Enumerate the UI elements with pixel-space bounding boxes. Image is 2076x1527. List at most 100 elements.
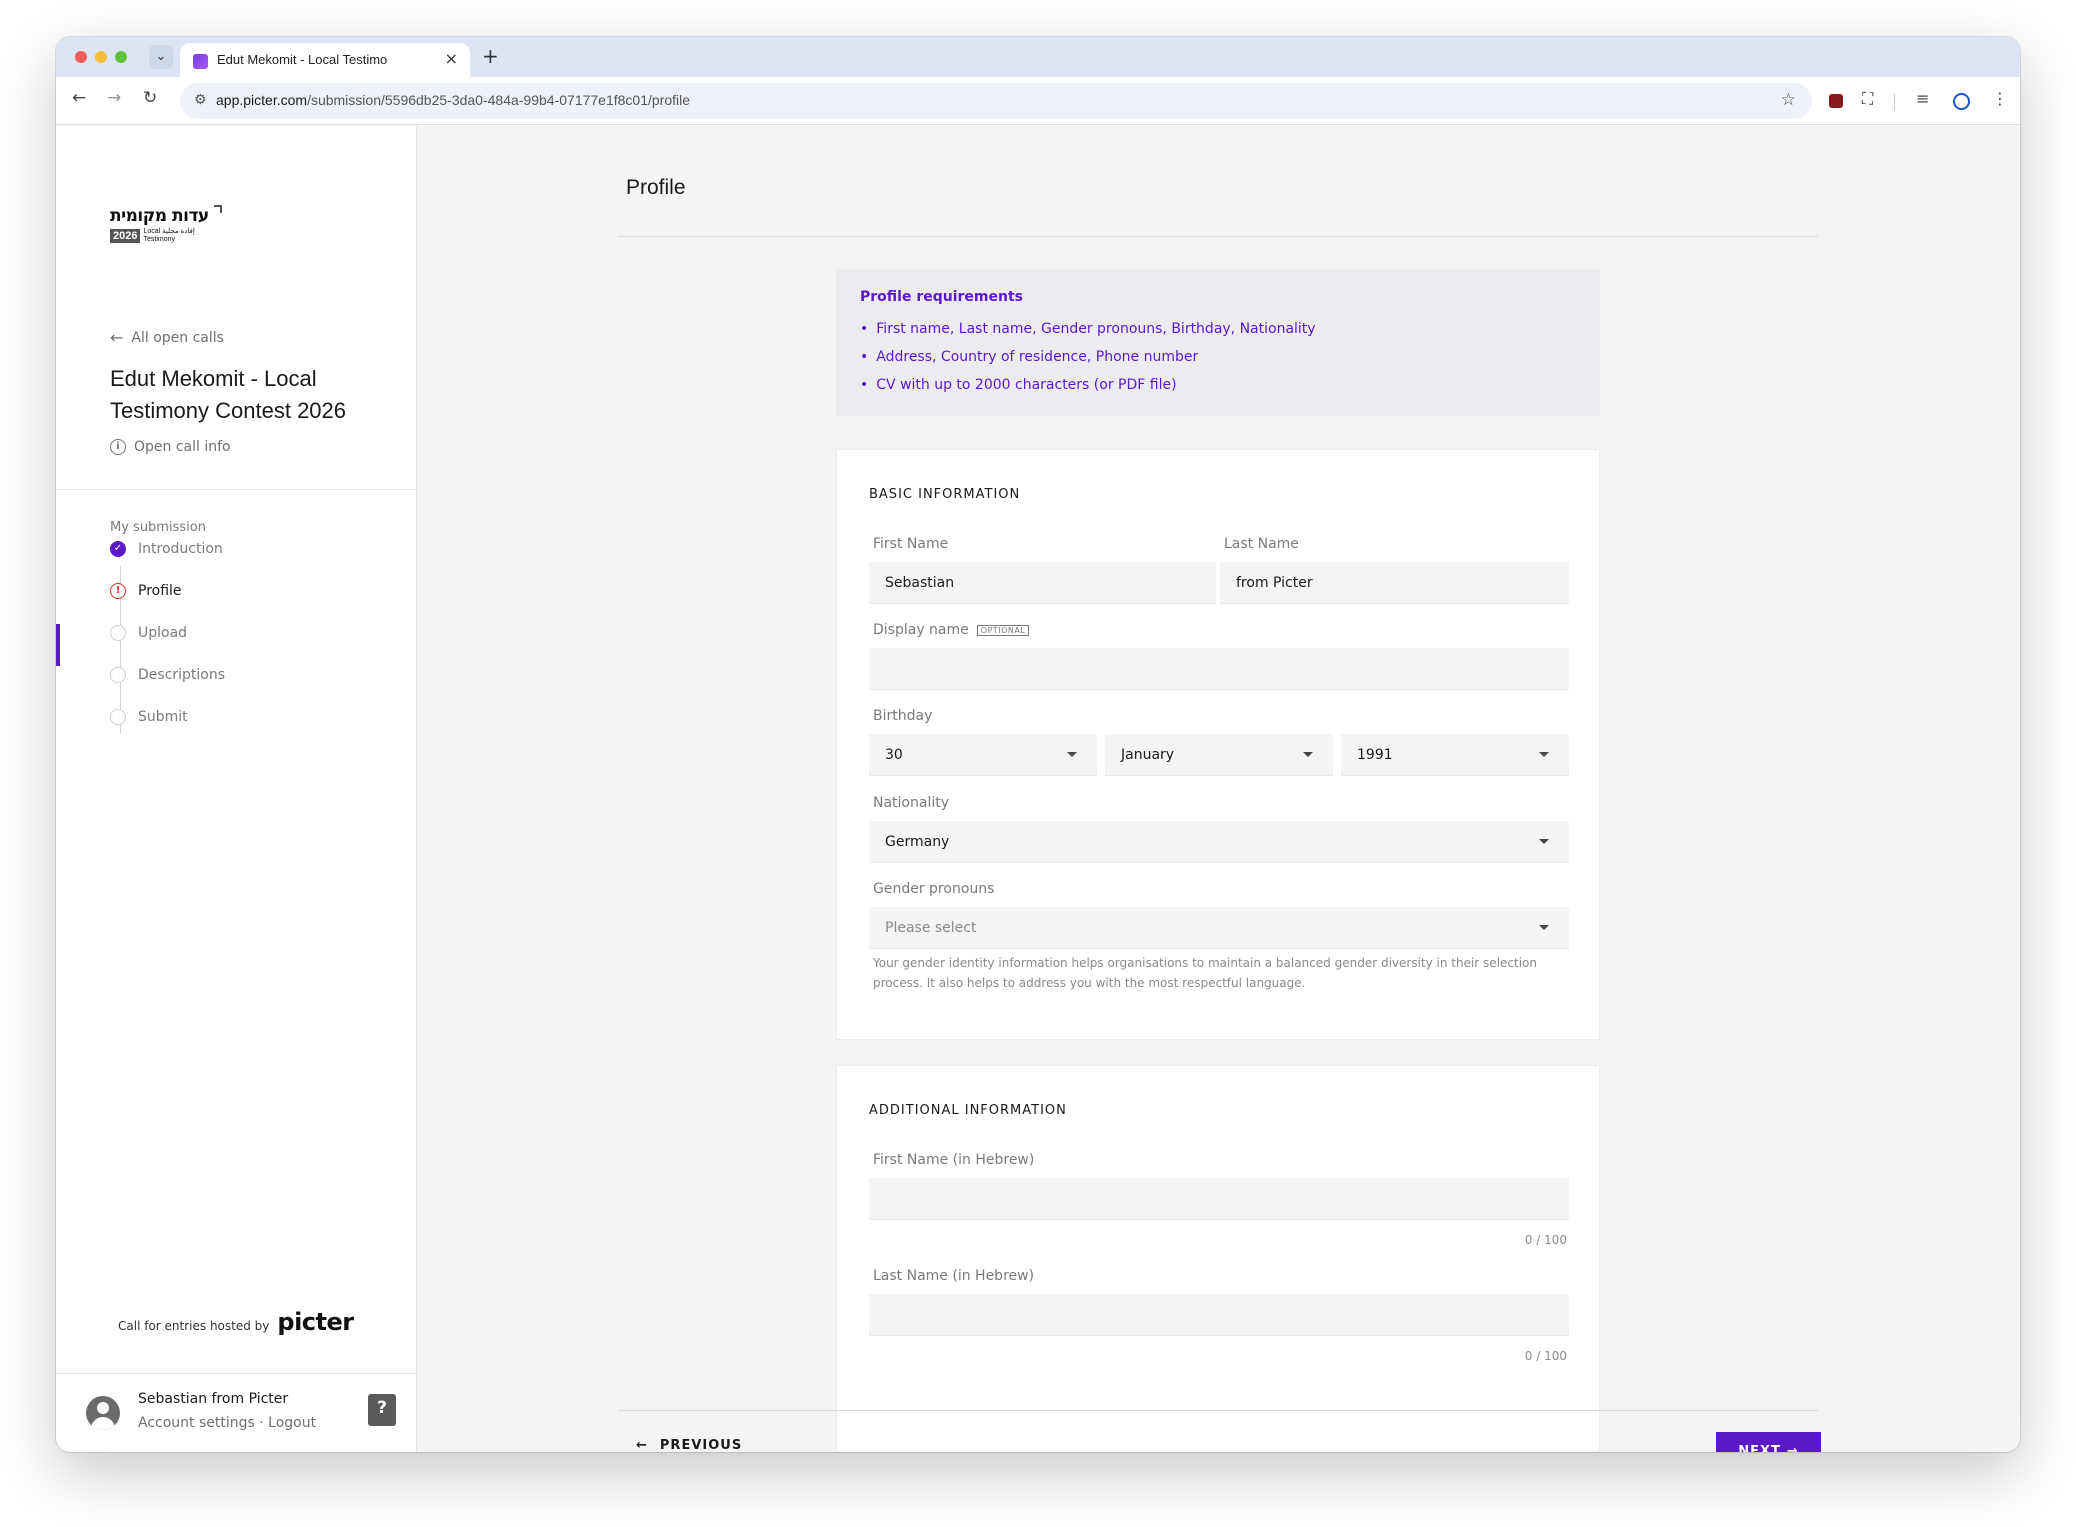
step-introduction[interactable]: ✓ Introduction: [110, 537, 223, 561]
step-label: Descriptions: [138, 667, 226, 683]
step-submit[interactable]: Submit: [110, 705, 188, 729]
user-name: Sebastian from Picter: [138, 1391, 289, 1407]
new-tab-icon[interactable]: +: [482, 44, 499, 68]
hosted-by: Call for entries hosted by picter: [118, 1308, 354, 1336]
display-name-label: Display name OPTIONAL: [873, 622, 1030, 638]
extensions-puzzle-icon[interactable]: ⛶: [1862, 89, 1873, 109]
birthday-month-select[interactable]: January: [1105, 734, 1333, 776]
url-host: app.picter.com: [216, 92, 308, 108]
logo-year: 2026: [110, 229, 141, 243]
help-button[interactable]: ?: [368, 1394, 396, 1426]
sidebar-divider: [56, 489, 416, 490]
tab-title: Edut Mekomit - Local Testimo: [217, 52, 388, 67]
url-path: /submission/5596db25-3da0-484a-99b4-0717…: [307, 92, 691, 108]
info-label: Open call info: [134, 439, 231, 455]
dropdown-caret-icon: [1539, 839, 1549, 844]
last-name-hebrew-input[interactable]: [869, 1294, 1569, 1336]
browser-toolbar: ← → ↻ ⚙ app.picter.com/submission/5596db…: [56, 77, 2020, 125]
open-call-title: Edut Mekomit - Local Testimony Contest 2…: [110, 366, 347, 423]
sidebar-footer-divider: [56, 1373, 416, 1374]
title-divider: [618, 236, 1818, 237]
logo-arabic: إفادة محلية: [162, 228, 195, 235]
basic-information-card: BASIC INFORMATION First Name Sebastian L…: [836, 449, 1600, 1040]
maximize-window-button[interactable]: [115, 51, 127, 63]
user-links: Account settings · Logout: [138, 1415, 316, 1431]
first-name-hebrew-counter: 0 / 100: [1524, 1233, 1567, 1247]
logo-testimony: Testimony: [143, 236, 175, 243]
page-title: Profile: [626, 176, 686, 199]
profile-requirements-box: Profile requirements First name, Last na…: [836, 269, 1600, 416]
step-upload[interactable]: Upload: [110, 621, 187, 645]
logo-local: Local: [143, 228, 161, 235]
birthday-month-value: January: [1121, 747, 1175, 763]
main-content: Profile Profile requirements First name,…: [418, 126, 2020, 1452]
next-label: NEXT: [1738, 1443, 1781, 1453]
media-controls-icon[interactable]: ≡: [1916, 89, 1929, 108]
site-settings-icon[interactable]: ⚙: [194, 92, 207, 108]
step-profile[interactable]: ! Profile: [110, 579, 182, 603]
dropdown-caret-icon: [1303, 752, 1313, 757]
requirement-item: CV with up to 2000 characters (or PDF fi…: [860, 371, 1576, 399]
steps-heading: My submission: [110, 520, 206, 535]
nationality-select[interactable]: Germany: [869, 821, 1569, 863]
open-call-info-link[interactable]: i Open call info: [110, 439, 231, 455]
url-text: app.picter.com/submission/5596db25-3da0-…: [216, 92, 690, 108]
info-icon: i: [110, 439, 126, 455]
gender-pronouns-label: Gender pronouns: [873, 881, 995, 897]
check-circle-icon: ✓: [110, 541, 126, 557]
sidebar: עדות מקומית 2026 Local إفادة محلية Testi…: [56, 126, 417, 1452]
close-window-button[interactable]: [75, 51, 87, 63]
profile-icon[interactable]: [1953, 93, 1970, 110]
birthday-year-select[interactable]: 1991: [1341, 734, 1569, 776]
all-open-calls-link[interactable]: ← All open calls: [110, 328, 224, 347]
previous-button[interactable]: ← PREVIOUS: [636, 1438, 742, 1452]
step-label: Submit: [138, 709, 188, 725]
logo-corner-mark: [214, 205, 222, 213]
logo-hebrew-text: עדות מקומית: [110, 206, 209, 226]
forward-arrow-icon[interactable]: →: [107, 88, 121, 108]
next-button[interactable]: NEXT →: [1716, 1432, 1821, 1452]
gender-pronouns-placeholder: Please select: [885, 920, 977, 936]
requirement-item: Address, Country of residence, Phone num…: [860, 343, 1576, 371]
tab-strip: ⌄ Edut Mekomit - Local Testimo × +: [56, 37, 2020, 77]
arrow-left-icon: ←: [110, 328, 124, 347]
minimize-window-button[interactable]: [95, 51, 107, 63]
arrow-left-icon: ←: [636, 1438, 648, 1452]
birthday-day-select[interactable]: 30: [869, 734, 1097, 776]
close-tab-icon[interactable]: ×: [445, 49, 458, 68]
gender-helper-text: Your gender identity information helps o…: [873, 956, 1537, 990]
more-menu-icon[interactable]: ⋮: [1992, 89, 2008, 108]
dropdown-caret-icon: [1067, 752, 1077, 757]
requirements-title: Profile requirements: [860, 289, 1023, 305]
picter-logo[interactable]: picter: [277, 1308, 354, 1336]
optional-badge: OPTIONAL: [976, 624, 1030, 636]
back-label: All open calls: [131, 329, 224, 346]
step-descriptions[interactable]: Descriptions: [110, 663, 225, 687]
basic-information-heading: BASIC INFORMATION: [869, 487, 1021, 502]
first-name-hebrew-input[interactable]: [869, 1178, 1569, 1220]
birthday-label: Birthday: [873, 708, 933, 724]
account-settings-link[interactable]: Account settings: [138, 1415, 255, 1431]
empty-circle-icon: [110, 709, 126, 725]
step-label: Introduction: [138, 541, 223, 557]
gender-pronouns-select[interactable]: Please select: [869, 907, 1569, 949]
bookmark-star-icon[interactable]: ☆: [1781, 90, 1796, 110]
display-name-input[interactable]: [869, 648, 1569, 690]
logout-link[interactable]: Logout: [268, 1415, 316, 1431]
first-name-label: First Name: [873, 536, 949, 552]
address-bar[interactable]: ⚙ app.picter.com/submission/5596db25-3da…: [180, 83, 1812, 119]
browser-tab[interactable]: Edut Mekomit - Local Testimo ×: [180, 43, 470, 77]
step-label: Upload: [138, 625, 188, 641]
dropdown-caret-icon: [1539, 752, 1549, 757]
extension-shield-icon[interactable]: [1829, 94, 1843, 108]
footer-divider: [618, 1410, 1818, 1411]
nationality-label: Nationality: [873, 795, 950, 811]
tab-search-chevron-icon[interactable]: ⌄: [149, 45, 173, 69]
first-name-input[interactable]: Sebastian: [869, 562, 1216, 604]
back-arrow-icon[interactable]: ←: [72, 88, 86, 108]
logo-small-text: Local إفادة محلية Testimony: [143, 228, 194, 244]
last-name-input[interactable]: from Picter: [1220, 562, 1569, 604]
reload-icon[interactable]: ↻: [143, 88, 157, 108]
logo-subline: 2026 Local إفادة محلية Testimony: [110, 228, 230, 244]
toolbar-divider: [1894, 93, 1895, 111]
